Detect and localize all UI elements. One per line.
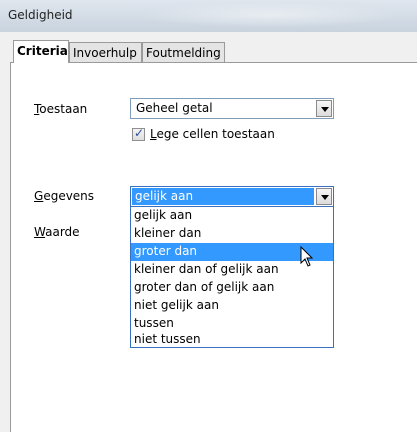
tab-foutmelding[interactable]: Foutmelding (142, 42, 225, 62)
blank-cells-label: Lege cellen toestaan (150, 127, 275, 141)
toestaan-select[interactable]: Geheel getal (130, 98, 334, 119)
blank-cells-checkbox[interactable]: ✓ (132, 126, 145, 141)
gegevens-dropdown-button[interactable] (316, 188, 332, 205)
dropdown-option[interactable]: kleiner dan (131, 225, 333, 243)
window-title: Geldigheid (8, 8, 73, 22)
gegevens-value: gelijk aan (132, 188, 314, 205)
gegevens-select[interactable]: gelijk aan (130, 186, 334, 207)
dropdown-option[interactable]: niet gelijk aan (131, 297, 333, 315)
mouse-pointer-icon (300, 246, 314, 267)
tab-invoerhulp[interactable]: Invoerhulp (69, 42, 142, 62)
toestaan-dropdown-button[interactable] (316, 100, 332, 117)
gegevens-label: Gegevens (34, 189, 95, 203)
waarde-label: Waarde (34, 225, 80, 239)
dropdown-option[interactable]: niet tussen (131, 331, 333, 349)
tab-criteria[interactable]: Criteria (13, 40, 69, 63)
chevron-down-icon (321, 195, 329, 200)
gegevens-dropdown-list[interactable]: gelijk aan kleiner dan groter dan kleine… (130, 206, 334, 348)
toestaan-value: Geheel getal (136, 101, 213, 115)
dropdown-option[interactable]: groter dan of gelijk aan (131, 279, 333, 297)
titlebar-glass (140, 2, 400, 28)
chevron-down-icon (321, 107, 329, 112)
toestaan-label: Toestaan (34, 102, 88, 116)
checkmark-icon: ✓ (134, 126, 145, 140)
window-titlebar: Geldigheid (0, 0, 417, 32)
dropdown-option[interactable]: gelijk aan (131, 207, 333, 225)
